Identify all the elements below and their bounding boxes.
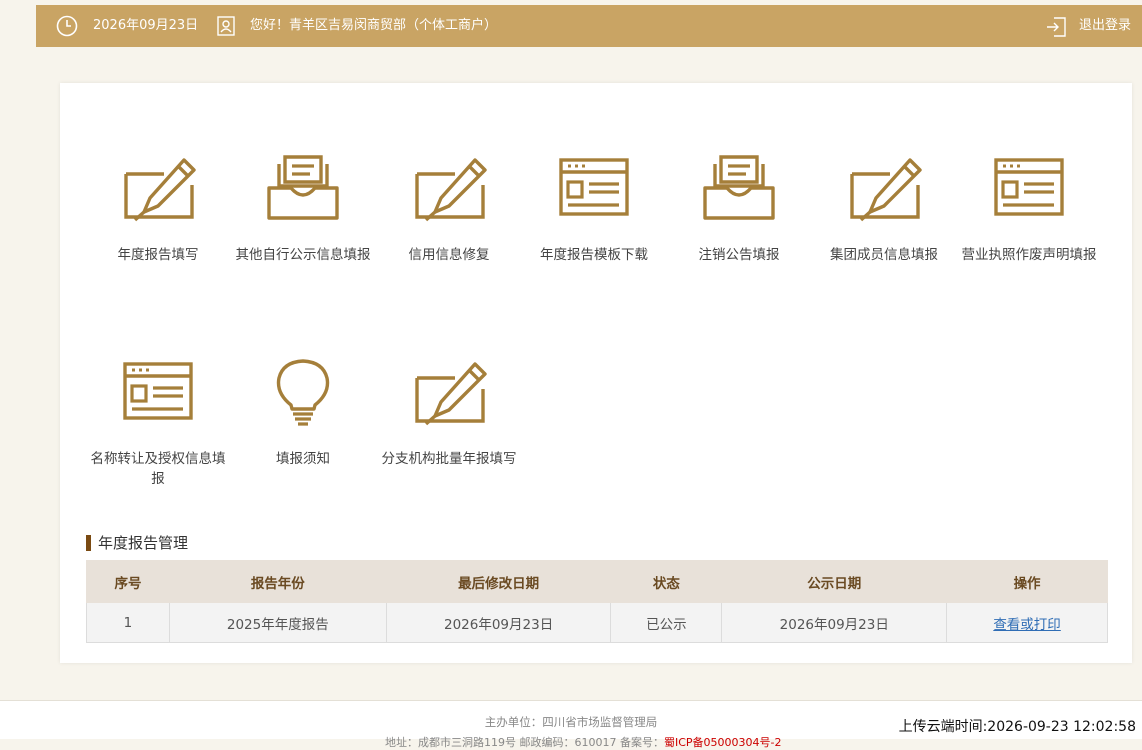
column-header-year: 报告年份 xyxy=(168,560,387,603)
clock-icon xyxy=(56,15,78,37)
current-date: 2026年09月23日 xyxy=(93,18,199,33)
tile-label: 集团成员信息填报 xyxy=(830,247,938,263)
tile-label: 名称转让及授权信息填报 xyxy=(90,451,226,487)
tile-5[interactable]: 注销公告填报 xyxy=(666,152,812,265)
window-icon xyxy=(994,158,1064,216)
table-row: 1 2025年年度报告 2026年09月23日 已公示 2026年09月23日 … xyxy=(86,602,1108,643)
tile-8[interactable]: 名称转让及授权信息填报 xyxy=(85,356,231,489)
tile-label: 年度报告填写 xyxy=(117,247,199,263)
edit-icon xyxy=(124,158,196,222)
cell-published: 2026年09月23日 xyxy=(721,602,948,643)
tile-2[interactable]: 其他自行公示信息填报 xyxy=(230,152,376,265)
tile-label: 其他自行公示信息填报 xyxy=(235,247,371,263)
inbox-icon xyxy=(703,155,775,220)
lightbulb-icon xyxy=(276,359,330,426)
footer-icp-link[interactable]: 蜀ICP备05000304号-2 xyxy=(664,736,782,749)
tile-4[interactable]: 年度报告模板下载 xyxy=(521,152,667,265)
window-icon xyxy=(559,158,629,216)
view-print-link[interactable]: 查看或打印 xyxy=(993,617,1061,633)
tile-7[interactable]: 营业执照作废声明填报 xyxy=(956,152,1102,265)
tile-9[interactable]: 填报须知 xyxy=(230,356,376,469)
footer-address-text: 地址：成都市三洞路119号 邮政编码：610017 备案号： xyxy=(385,736,664,749)
column-header-action: 操作 xyxy=(946,560,1108,603)
cell-action: 查看或打印 xyxy=(946,602,1108,643)
edit-icon xyxy=(850,158,922,222)
section-title: 年度报告管理 xyxy=(86,534,188,552)
cell-year: 2025年年度报告 xyxy=(168,602,387,643)
tile-label: 信用信息修复 xyxy=(408,247,490,263)
tile-10[interactable]: 分支机构批量年报填写 xyxy=(376,356,522,469)
user-badge-icon xyxy=(217,16,235,36)
tile-3[interactable]: 信用信息修复 xyxy=(376,152,522,265)
footer-address: 地址：成都市三洞路119号 邮政编码：610017 备案号：蜀ICP备05000… xyxy=(385,734,782,750)
tile-label: 年度报告模板下载 xyxy=(540,247,648,263)
tile-label: 营业执照作废声明填报 xyxy=(961,247,1097,263)
column-header-index: 序号 xyxy=(86,560,170,603)
tile-label: 注销公告填报 xyxy=(698,247,780,263)
edit-icon xyxy=(415,362,487,426)
column-header-published: 公示日期 xyxy=(721,560,948,603)
report-table: 序号 报告年份 最后修改日期 状态 公示日期 操作 1 2025年年度报告 20… xyxy=(86,560,1108,643)
top-bar: 2026年09月23日 您好！青羊区吉易闵商贸部（个体工商户） 退出登录 xyxy=(36,5,1142,47)
cell-modified: 2026年09月23日 xyxy=(385,602,612,643)
window-icon xyxy=(123,362,193,420)
tile-label: 分支机构批量年报填写 xyxy=(381,451,517,467)
upload-time: 上传云端时间:2026-09-23 12:02:58 xyxy=(898,719,1136,735)
inbox-icon xyxy=(267,155,339,220)
tile-label: 填报须知 xyxy=(276,451,330,467)
column-header-status: 状态 xyxy=(610,560,723,603)
edit-icon xyxy=(415,158,487,222)
tile-1[interactable]: 年度报告填写 xyxy=(85,152,231,265)
tile-6[interactable]: 集团成员信息填报 xyxy=(811,152,957,265)
column-header-modified: 最后修改日期 xyxy=(385,560,612,603)
cell-status: 已公示 xyxy=(610,602,723,643)
logout-link[interactable]: 退出登录 xyxy=(1079,18,1131,34)
logout-icon[interactable] xyxy=(1046,17,1066,37)
greeting-text: 您好！青羊区吉易闵商贸部（个体工商户） xyxy=(250,18,498,33)
table-header-row: 序号 报告年份 最后修改日期 状态 公示日期 操作 xyxy=(86,560,1108,603)
cell-index: 1 xyxy=(86,602,170,643)
